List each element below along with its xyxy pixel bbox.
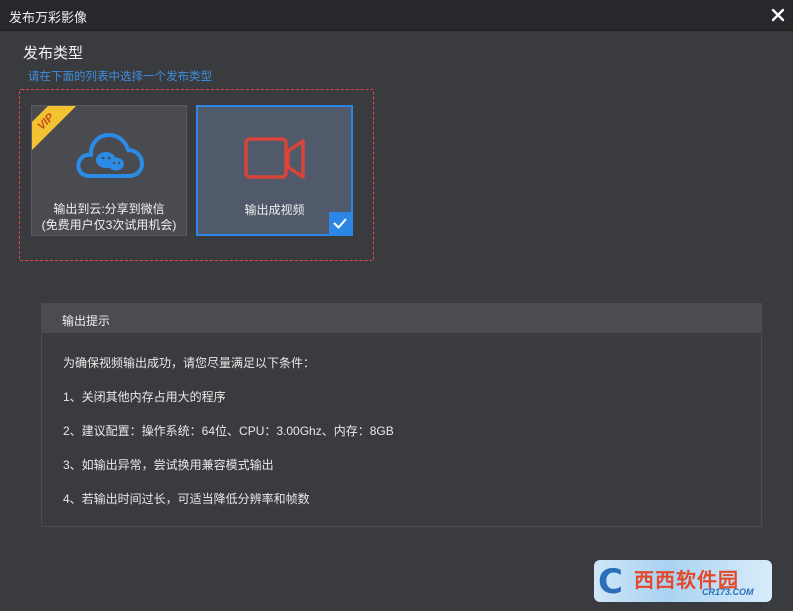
publish-option-cloud[interactable]: VIP 输出到云:分享到微信 (免费用户仅3次试用机会) (31, 105, 187, 236)
tip-item: 4、若输出时间过长，可适当降低分辨率和帧数 (63, 492, 310, 506)
window-title: 发布万彩影像 (9, 10, 88, 25)
tip-item: 2、建议配置：操作系统：64位、CPU：3.00Ghz、内存：8GB (63, 424, 394, 438)
tips-intro: 为确保视频输出成功，请您尽量满足以下条件： (63, 356, 316, 370)
section-title: 发布类型 (23, 45, 84, 62)
watermark-c-icon: C (598, 562, 623, 602)
section-hint: 请在下面的列表中选择一个发布类型 (28, 71, 212, 83)
checkmark-icon (333, 218, 347, 229)
close-icon (771, 8, 785, 22)
option-sublabel: (免费用户仅3次试用机会) (41, 218, 177, 232)
video-camera-icon (244, 137, 305, 179)
title-bar: 发布万彩影像 (0, 0, 793, 31)
selected-badge (329, 212, 351, 234)
tip-item: 1、关闭其他内存占用大的程序 (63, 390, 226, 404)
option-label: 输出到云:分享到微信 (53, 202, 165, 216)
tips-header: 输出提示 (42, 304, 761, 333)
close-button[interactable] (767, 4, 789, 26)
cloud-wechat-icon (76, 133, 144, 178)
watermark-subtext: CR173.COM (702, 587, 754, 597)
publish-option-video[interactable]: 输出成视频 (196, 105, 353, 236)
watermark-logo: C 西西软件园 CR173.COM (594, 560, 772, 602)
output-tips-panel: 输出提示 为确保视频输出成功，请您尽量满足以下条件： 1、关闭其他内存占用大的程… (41, 303, 762, 527)
tip-item: 3、如输出异常，尝试换用兼容模式输出 (63, 458, 274, 472)
tips-header-title: 输出提示 (62, 314, 111, 328)
